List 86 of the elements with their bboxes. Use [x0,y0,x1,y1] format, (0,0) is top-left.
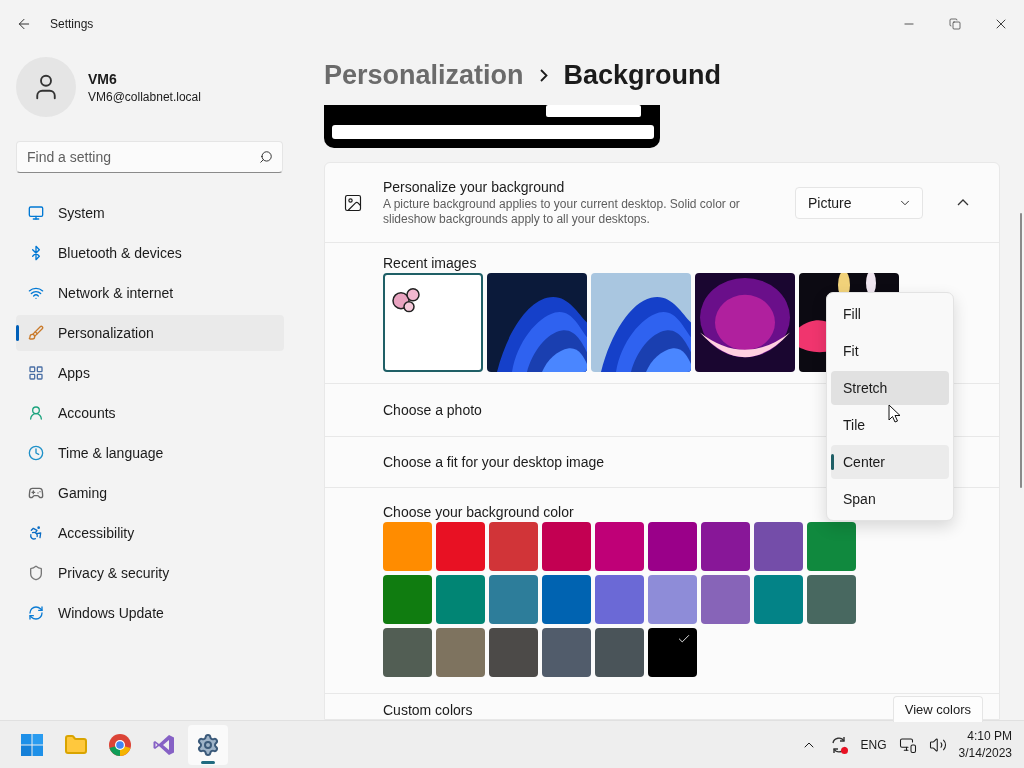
scrollbar-thumb[interactable] [1020,213,1022,488]
color-swatch[interactable] [595,522,644,571]
row-label: Choose a photo [383,402,482,418]
nav-item[interactable]: Accounts [16,395,284,431]
menu-item[interactable]: Stretch [831,371,949,405]
breadcrumb-parent[interactable]: Personalization [324,59,524,91]
window-title: Settings [50,17,94,31]
color-swatch[interactable] [648,522,697,571]
nav-item[interactable]: Network & internet [16,275,284,311]
color-swatch[interactable] [595,628,644,677]
shield-icon [28,565,44,581]
color-swatch[interactable] [542,522,591,571]
nav-item[interactable]: Time & language [16,435,284,471]
nav-item[interactable]: System [16,195,284,231]
nav-item[interactable]: Bluetooth & devices [16,235,284,271]
chevron-up-icon [957,199,969,206]
page-title: Background [563,59,722,91]
color-swatch[interactable] [489,575,538,624]
color-swatch[interactable] [436,522,485,571]
section-label: Choose your background color [383,504,575,520]
color-swatch[interactable] [807,522,856,571]
grid-icon [28,365,44,381]
color-swatch[interactable] [383,575,432,624]
menu-item[interactable]: Fit [831,334,949,368]
color-swatch[interactable] [383,522,432,571]
card-description: A picture background applies to your current desktop. Solid color or slideshow backgrounds apply to all your desktops. [383,196,741,227]
grid-icon [21,733,43,756]
nav-item[interactable]: Personalization [16,315,284,351]
nav-item[interactable]: Gaming [16,475,284,511]
language-indicator[interactable]: ENG [860,737,887,752]
view-colors-button[interactable]: View colors [892,696,983,722]
restore-icon [949,18,961,30]
user-email: VM6@collabnet.local [88,89,201,104]
gear-icon [196,732,220,757]
color-swatch[interactable] [807,575,856,624]
color-swatch[interactable] [595,575,644,624]
chevron-right-icon [539,68,548,82]
menu-item[interactable]: Tile [831,408,949,442]
color-swatch[interactable] [648,628,697,677]
ribbon-icon [152,732,176,757]
refresh-icon [28,605,44,621]
clock-icon [28,445,44,461]
search-icon [259,150,273,164]
user-name: VM6 [88,70,118,87]
background-type-dropdown[interactable]: Picture [795,186,923,219]
mouse-cursor-icon [888,404,901,423]
section-label: Recent images [383,254,478,271]
clock-time[interactable]: 4:10 PM [967,729,1012,743]
check-icon [677,632,691,646]
gamepad-icon [28,485,44,501]
clock-date[interactable]: 3/14/2023 [958,746,1012,760]
browser-icon [108,732,132,757]
wifi-icon [28,285,44,301]
nav-item[interactable]: Accessibility [16,515,284,551]
color-swatch[interactable] [648,575,697,624]
accessibility-icon [28,525,44,541]
folder-icon [64,732,88,757]
color-swatch[interactable] [542,628,591,677]
image-icon [343,192,363,213]
monitor-icon[interactable] [898,735,917,754]
search-field[interactable]: Find a setting [16,141,283,173]
row-label: Choose a fit for your desktop image [383,454,604,470]
person-icon [28,405,44,421]
color-swatch[interactable] [383,628,432,677]
menu-item[interactable]: Center [831,445,949,479]
color-swatch[interactable] [701,575,750,624]
row-label: Custom colors [383,702,473,718]
color-swatch[interactable] [489,628,538,677]
color-swatch[interactable] [701,522,750,571]
color-swatch[interactable] [489,522,538,571]
color-swatch[interactable] [754,575,803,624]
card-title: Personalize your background [383,178,566,195]
color-swatch[interactable] [436,628,485,677]
nav-item[interactable]: Privacy & security [16,555,284,591]
menu-item[interactable]: Fill [831,297,949,331]
color-swatch[interactable] [754,522,803,571]
brush-icon [28,325,44,341]
nav-item[interactable]: Apps [16,355,284,391]
menu-item[interactable]: Span [831,482,949,516]
color-swatch[interactable] [436,575,485,624]
nav-item[interactable]: Windows Update [16,595,284,631]
speaker-icon[interactable] [928,735,947,754]
taskbar-button[interactable] [188,724,228,765]
back-button[interactable] [16,16,32,32]
color-swatch[interactable] [542,575,591,624]
monitor-icon [28,205,44,221]
